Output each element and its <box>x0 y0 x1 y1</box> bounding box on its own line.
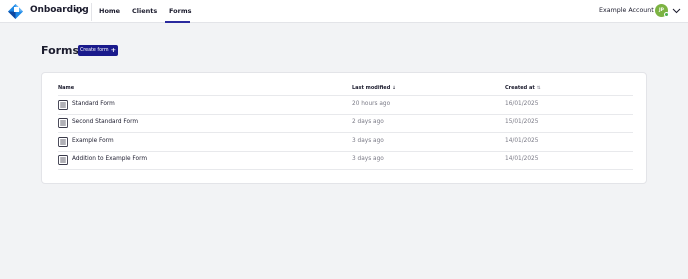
form-created-at: 14/01/2025 <box>505 138 539 144</box>
column-header-last-modified-label: Last modified <box>352 85 391 91</box>
plus-icon: + <box>110 46 117 55</box>
header-divider <box>58 95 633 96</box>
form-last-modified: 20 hours ago <box>352 101 391 107</box>
account-name[interactable]: Example Account <box>599 7 654 14</box>
page-title: Forms <box>41 44 80 57</box>
form-name-link[interactable]: Example Form <box>72 138 114 144</box>
form-name-link[interactable]: Second Standard Form <box>72 119 138 125</box>
form-document-icon <box>58 118 68 128</box>
row-divider <box>58 114 633 115</box>
create-form-button[interactable]: Create form + <box>78 45 118 56</box>
nav-home[interactable]: Home <box>99 7 120 15</box>
column-header-last-modified[interactable]: Last modified ↓ <box>352 85 396 91</box>
app-logo-icon[interactable] <box>8 4 23 19</box>
form-document-icon <box>58 155 68 165</box>
nav-clients[interactable]: Clients <box>132 7 157 15</box>
form-last-modified: 2 days ago <box>352 119 384 125</box>
form-document-icon <box>58 100 68 110</box>
form-last-modified: 3 days ago <box>352 138 384 144</box>
column-header-name[interactable]: Name <box>58 85 74 91</box>
sort-unsorted-icon: ⇅ <box>536 85 541 91</box>
avatar-status-dot <box>664 12 669 17</box>
create-form-label: Create form <box>79 48 109 53</box>
row-divider <box>58 132 633 133</box>
column-header-created-at[interactable]: Created at ⇅ <box>505 85 541 91</box>
nav-active-indicator <box>165 21 190 23</box>
form-created-at: 15/01/2025 <box>505 119 539 125</box>
form-name-link[interactable]: Addition to Example Form <box>72 156 147 162</box>
nav-forms[interactable]: Forms <box>169 7 192 15</box>
form-document-icon <box>58 137 68 147</box>
column-header-created-at-label: Created at <box>505 85 535 91</box>
nav-divider <box>91 3 92 21</box>
form-created-at: 16/01/2025 <box>505 101 539 107</box>
column-header-name-label: Name <box>58 85 75 91</box>
app-switcher-chevron-down-icon[interactable] <box>74 6 84 16</box>
row-divider <box>58 169 633 170</box>
row-divider <box>58 151 633 152</box>
form-last-modified: 3 days ago <box>352 156 384 162</box>
sort-descending-icon: ↓ <box>392 85 397 91</box>
form-created-at: 14/01/2025 <box>505 156 539 162</box>
forms-table-card <box>41 72 647 184</box>
account-chevron-down-icon[interactable] <box>672 6 681 15</box>
form-name-link[interactable]: Standard Form <box>72 101 115 107</box>
